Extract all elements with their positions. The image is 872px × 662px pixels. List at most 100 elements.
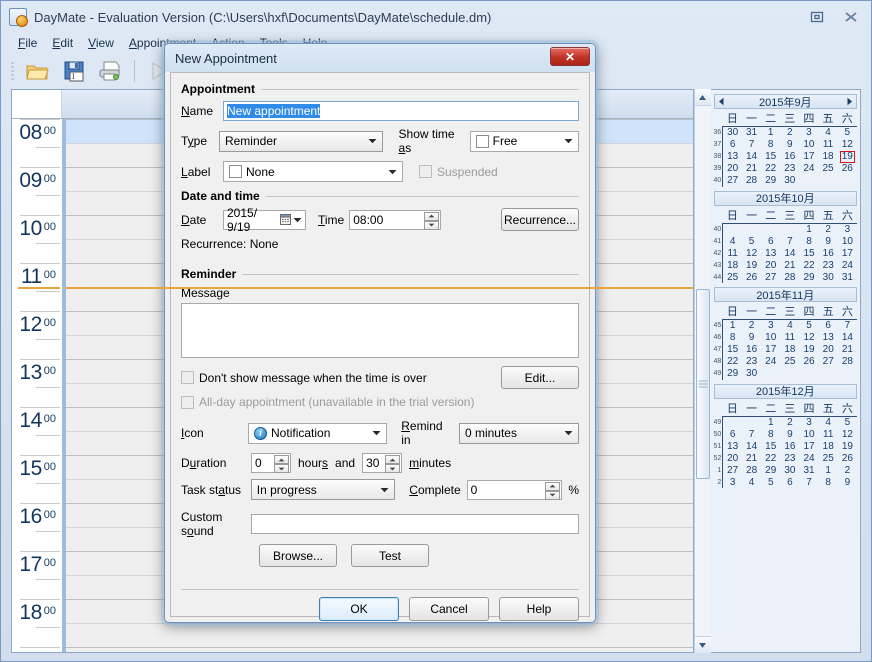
cancel-button[interactable]: Cancel — [409, 597, 489, 621]
printer-icon[interactable] — [93, 56, 127, 86]
date-input[interactable]: 2015/ 9/19 — [223, 206, 306, 234]
calendar-day-cell[interactable]: 15 — [761, 440, 780, 452]
calendar-day-cell[interactable]: 1 — [819, 464, 838, 476]
calendar-day-cell[interactable]: 10 — [799, 428, 818, 440]
calendar-day-cell[interactable]: 4 — [818, 127, 837, 139]
calendar-day-cell[interactable]: 17 — [761, 344, 780, 356]
calendar-day-cell[interactable]: 7 — [799, 476, 818, 488]
calendar-day-cell[interactable]: 14 — [742, 151, 761, 163]
calendar-day-cell[interactable]: 26 — [838, 452, 857, 464]
calendar-day-cell[interactable]: 20 — [761, 259, 780, 271]
calendar-day-cell[interactable]: 18 — [818, 151, 837, 163]
duration-minutes-down[interactable] — [385, 464, 401, 473]
calendar-next-icon[interactable] — [843, 95, 855, 108]
calendar-day-cell[interactable]: 21 — [742, 452, 761, 464]
calendar-day-cell[interactable]: 17 — [799, 440, 818, 452]
remind-in-select[interactable]: 0 minutes — [458, 422, 579, 444]
toolbar-grip[interactable] — [11, 61, 15, 81]
calendar-day-cell[interactable]: 6 — [723, 428, 742, 440]
recurrence-button[interactable]: Recurrence... — [501, 208, 579, 231]
calendar-day-cell[interactable]: 1 — [761, 127, 780, 139]
complete-down[interactable] — [545, 490, 561, 500]
menu-item-view[interactable]: View — [81, 34, 121, 52]
edit-button[interactable]: Edit... — [501, 366, 579, 389]
calendar-day-cell[interactable]: 27 — [723, 175, 742, 187]
calendar-day-cell[interactable]: 22 — [799, 259, 818, 271]
task-status-select[interactable]: In progress — [250, 479, 396, 500]
calendar-day-cell[interactable]: 13 — [761, 247, 780, 259]
minimize-button[interactable] — [769, 6, 797, 27]
calendar-day-cell[interactable]: 21 — [742, 163, 761, 175]
calendar-day-cell[interactable]: 30 — [819, 271, 838, 283]
calendar-day-cell[interactable]: 19 — [838, 440, 857, 452]
calendar-day-cell[interactable]: 28 — [838, 356, 857, 368]
calendar-day-cell[interactable]: 6 — [780, 476, 799, 488]
calendar-day-cell[interactable]: 3 — [761, 320, 780, 332]
calendar-day-cell[interactable]: 27 — [761, 271, 780, 283]
calendar-day-cell[interactable]: 29 — [723, 368, 742, 380]
calendar-day-cell[interactable]: 11 — [819, 428, 838, 440]
dialog-close-button[interactable]: ✕ — [550, 47, 590, 66]
duration-minutes-up[interactable] — [385, 455, 401, 464]
complete-up[interactable] — [545, 481, 561, 491]
calendar-dropdown-icon[interactable] — [280, 214, 302, 225]
calendar-day-cell[interactable]: 3 — [799, 127, 818, 139]
scroll-up-arrow[interactable] — [694, 89, 711, 106]
calendar-day-cell[interactable]: 12 — [799, 332, 818, 344]
calendar-day-cell[interactable]: 30 — [780, 175, 799, 187]
calendar-day-cell[interactable]: 24 — [799, 452, 818, 464]
calendar-day-cell[interactable]: 7 — [780, 235, 799, 247]
calendar-day-cell[interactable]: 7 — [742, 139, 761, 151]
calendar-day-cell[interactable]: 26 — [742, 271, 761, 283]
label-select[interactable]: None — [223, 161, 403, 182]
calendar-day-cell[interactable]: 14 — [780, 247, 799, 259]
calendar-day-cell[interactable]: 6 — [819, 320, 838, 332]
calendar-day-cell[interactable]: 27 — [819, 356, 838, 368]
time-spinner-up[interactable] — [424, 211, 440, 221]
calendar-day-cell[interactable]: 20 — [819, 344, 838, 356]
scroll-down-arrow[interactable] — [694, 636, 711, 653]
suspended-checkbox[interactable]: Suspended — [419, 165, 498, 179]
calendar-day-cell[interactable]: 11 — [723, 247, 742, 259]
menu-item-file[interactable]: File — [11, 34, 44, 52]
time-spinner[interactable] — [424, 211, 440, 230]
calendar-day-cell[interactable]: 31 — [799, 464, 818, 476]
calendar-day-cell[interactable]: 14 — [838, 332, 857, 344]
calendar-day-cell[interactable]: 20 — [723, 452, 742, 464]
calendar-day-cell[interactable]: 30 — [742, 368, 761, 380]
calendar-day-cell[interactable]: 4 — [723, 235, 742, 247]
calendar-day-cell[interactable]: 16 — [780, 151, 799, 163]
open-folder-icon[interactable] — [21, 56, 55, 86]
calendar-day-cell[interactable]: 13 — [723, 440, 742, 452]
calendar-day-cell[interactable]: 27 — [723, 464, 742, 476]
duration-minutes-spinner[interactable] — [385, 455, 401, 473]
calendar-day-cell[interactable]: 6 — [723, 139, 742, 151]
duration-hours-down[interactable] — [274, 464, 289, 473]
calendar-day-cell[interactable]: 22 — [761, 452, 780, 464]
ok-button[interactable]: OK — [319, 597, 399, 621]
calendar-day-cell[interactable]: 3 — [838, 223, 857, 235]
dont-show-checkbox[interactable]: Don't show message when the time is over — [181, 371, 427, 385]
calendar-day-cell[interactable]: 11 — [818, 139, 837, 151]
calendar-day-cell[interactable]: 2 — [838, 464, 857, 476]
calendar-day-cell[interactable]: 21 — [838, 344, 857, 356]
calendar-day-cell[interactable]: 8 — [761, 428, 780, 440]
calendar-day-cell[interactable]: 4 — [742, 476, 761, 488]
calendar-day-cell[interactable]: 10 — [799, 139, 818, 151]
complete-input[interactable]: 0 — [466, 479, 563, 500]
icon-select[interactable]: i Notification — [248, 422, 388, 444]
calendar-day-cell[interactable]: 11 — [780, 332, 799, 344]
scrollbar-thumb[interactable] — [695, 289, 710, 479]
calendar-day-cell[interactable]: 2 — [819, 223, 838, 235]
calendar-day-cell[interactable]: 3 — [723, 476, 742, 488]
calendar-day-cell[interactable]: 28 — [742, 464, 761, 476]
calendar-day-cell[interactable]: 28 — [742, 175, 761, 187]
calendar-day-cell[interactable]: 13 — [819, 332, 838, 344]
calendar-day-cell[interactable]: 8 — [799, 235, 818, 247]
calendar-day-cell[interactable]: 30 — [780, 464, 799, 476]
test-button[interactable]: Test — [351, 544, 429, 567]
calendar-day-cell[interactable]: 16 — [742, 344, 761, 356]
calendar-day-cell[interactable]: 5 — [799, 320, 818, 332]
calendar-day-cell[interactable]: 18 — [819, 440, 838, 452]
name-input[interactable]: New appointment — [223, 101, 579, 121]
